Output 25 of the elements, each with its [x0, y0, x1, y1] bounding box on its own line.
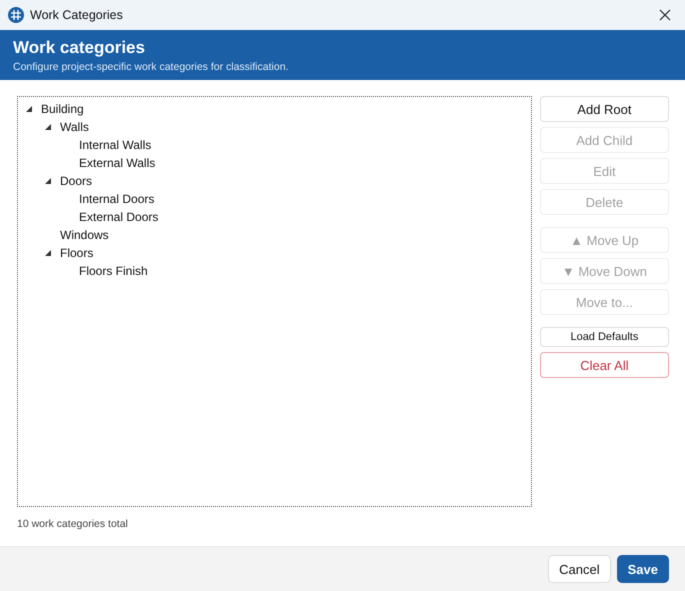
tree-item[interactable]: Doors — [60, 174, 92, 188]
action-button[interactable]: Add Root — [540, 96, 669, 122]
status-text: 10 work categories total — [17, 518, 129, 530]
tree-item[interactable]: Walls — [60, 120, 89, 134]
tree-item[interactable]: Windows — [60, 228, 109, 242]
expanded-arrow-icon[interactable] — [25, 105, 33, 113]
action-button[interactable]: Clear All — [540, 352, 669, 378]
tree-item[interactable]: Floors Finish — [79, 264, 148, 278]
close-icon[interactable] — [659, 9, 671, 21]
tree-item[interactable]: Floors — [60, 246, 94, 260]
expanded-arrow-icon[interactable] — [44, 177, 52, 185]
tree-item[interactable]: External Doors — [79, 210, 158, 224]
expanded-arrow-icon[interactable] — [44, 249, 52, 257]
expanded-arrow-icon[interactable] — [44, 123, 52, 131]
tree-item[interactable]: Building — [41, 102, 84, 116]
app-logo-icon — [8, 7, 24, 23]
cancel-button[interactable]: Cancel — [548, 555, 611, 583]
tree-item[interactable]: Internal Walls — [79, 138, 152, 152]
header-subtitle: Configure project-specific work categories for classification. — [13, 61, 290, 73]
action-button[interactable]: Load Defaults — [540, 327, 669, 347]
tree-item[interactable]: Internal Doors — [79, 192, 154, 206]
tree-item[interactable]: External Walls — [79, 156, 156, 170]
header-title: Work categories — [13, 38, 146, 58]
save-button[interactable]: Save — [616, 555, 669, 583]
window-title: Work Categories — [30, 8, 124, 22]
